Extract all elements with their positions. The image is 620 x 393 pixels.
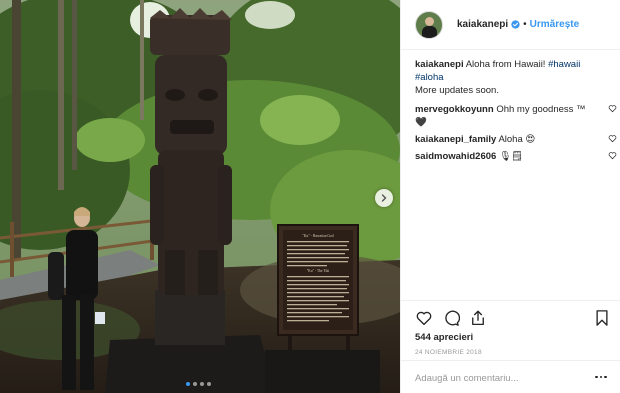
like-comment-heart-icon[interactable] [608, 104, 617, 113]
instagram-post: "Ku" - Hawaiian God "Ku" - The Tiki kaia… [0, 0, 620, 393]
comment-username[interactable]: saidmowahid2606 [415, 151, 496, 162]
add-comment-bar [401, 360, 620, 393]
carousel-indicator [186, 382, 211, 386]
more-options-button[interactable] [593, 369, 609, 385]
comment-item: mervegokkoyunn Ohh my goodness ™🖤 [415, 103, 617, 129]
hashtag-link[interactable]: #aloha [415, 72, 444, 83]
caption-text: Aloha from Hawaii! [465, 59, 546, 70]
comment-username[interactable]: mervegokkoyunn [415, 104, 494, 115]
sign-heading-2: "Ku" - The Tiki [307, 269, 330, 273]
action-buttons [415, 309, 611, 329]
comment-username[interactable]: kaiakanepi_family [415, 134, 496, 145]
carousel-dot [200, 382, 204, 386]
follow-button[interactable]: Urmărește [530, 19, 579, 30]
post-photo[interactable]: "Ku" - Hawaiian God "Ku" - The Tiki [0, 0, 400, 393]
sign-heading-1: "Ku" - Hawaiian God [302, 234, 333, 238]
comment-bubble-icon[interactable] [442, 309, 460, 327]
post-date[interactable]: 24 NOIEMBRIE 2018 [415, 349, 482, 356]
caption-more-text: More updates soon. [415, 85, 499, 96]
add-comment-input[interactable] [415, 371, 575, 385]
avatar[interactable] [415, 10, 443, 39]
more-dot [595, 375, 598, 379]
header-separator: • [523, 19, 527, 30]
header-username[interactable]: kaiakanepi [457, 19, 508, 30]
tiki-statue [150, 8, 232, 295]
carousel-dot [207, 382, 211, 386]
comments-list: kaiakanepi Aloha from Hawaii! #hawaii #a… [415, 58, 617, 167]
verified-badge-icon [511, 20, 520, 29]
like-comment-heart-icon[interactable] [608, 151, 617, 160]
bookmark-icon[interactable] [593, 309, 611, 327]
jungle-tiki-photo: "Ku" - Hawaiian God "Ku" - The Tiki [0, 0, 400, 393]
next-photo-button[interactable] [375, 189, 393, 207]
carousel-dot [193, 382, 197, 386]
caption-username[interactable]: kaiakanepi [415, 59, 464, 70]
comment-item: saidmowahid2606 🎙🗒 [415, 150, 617, 163]
hashtag-link[interactable]: #hawaii [548, 59, 580, 70]
more-dot [599, 375, 603, 379]
comment-text: 🎙🗒 [498, 151, 524, 162]
like-comment-heart-icon[interactable] [608, 134, 617, 143]
post-caption: kaiakanepi Aloha from Hawaii! #hawaii #a… [415, 58, 611, 97]
likes-count[interactable]: 544 aprecieri [415, 332, 473, 343]
comment-item: kaiakanepi_family Aloha 😍 [415, 133, 617, 146]
post-side-panel: kaiakanepi • Urmărește kaiakanepi Aloha … [400, 0, 620, 393]
chevron-right-icon [381, 194, 387, 202]
like-heart-icon[interactable] [415, 309, 433, 327]
share-icon[interactable] [469, 309, 487, 327]
carousel-dot [186, 382, 190, 386]
comment-text: Aloha 😍 [498, 134, 536, 145]
more-dot [604, 375, 607, 379]
post-header: kaiakanepi • Urmărește [401, 0, 620, 50]
